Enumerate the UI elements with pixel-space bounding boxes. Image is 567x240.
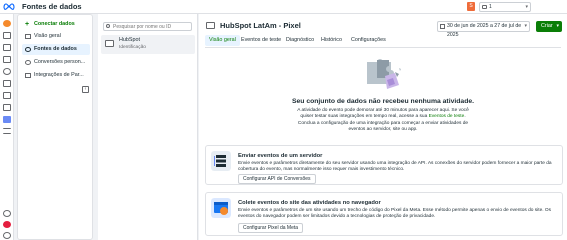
business-avatar[interactable]: S xyxy=(467,2,475,11)
server-icon xyxy=(211,151,231,171)
page-title: Fontes de dados xyxy=(22,2,82,11)
menu-icon[interactable] xyxy=(3,128,11,134)
source-subtitle: Identificação xyxy=(119,45,146,50)
pixel-icon xyxy=(206,22,215,29)
data-sources-icon xyxy=(25,47,31,52)
date-range-picker[interactable]: 30 de jun de 2025 a 27 de jul de 2025 ▾ xyxy=(437,21,530,38)
card-title: Colete eventos do site das atividades no… xyxy=(238,200,381,206)
card-description: Envie eventos e parâmetros de um site us… xyxy=(238,208,552,220)
conversions-icon xyxy=(25,60,31,65)
overview-icon xyxy=(25,34,31,39)
sidebar-item-connect-data[interactable]: + Conectar dados xyxy=(22,19,90,30)
events-manager-icon[interactable] xyxy=(3,116,11,123)
server-events-card: Enviar eventos de um servidor Envie even… xyxy=(205,145,563,185)
chevron-down-icon: ▾ xyxy=(524,23,527,29)
plus-icon: + xyxy=(25,21,30,28)
tab-test-events[interactable]: Eventos de teste xyxy=(237,35,285,46)
browser-pixel-icon xyxy=(211,198,231,218)
sidebar-item-partner-integrations[interactable]: Integrações de Par... xyxy=(22,70,90,81)
top-bar: Fontes de dados S 1 ▾ xyxy=(0,0,567,14)
tab-settings[interactable]: Configurações xyxy=(347,35,390,46)
megaphone-icon[interactable] xyxy=(3,104,11,111)
setup-meta-pixel-button[interactable]: Configurar Pixel da Meta xyxy=(238,223,304,233)
account-badge: 1 xyxy=(489,4,492,10)
integrations-icon xyxy=(25,73,31,78)
pixel-icon xyxy=(105,40,114,47)
sidebar-item-custom-conversions[interactable]: Conversões person... xyxy=(22,57,90,68)
settings-icon[interactable] xyxy=(3,210,11,217)
tab-history[interactable]: Histórico xyxy=(317,35,346,46)
commerce-icon[interactable] xyxy=(3,80,11,87)
puzzle-illustration-icon xyxy=(367,59,401,89)
pages-icon[interactable] xyxy=(3,32,11,39)
audience-icon[interactable] xyxy=(3,68,11,75)
tabs-divider xyxy=(205,47,561,48)
notifications-icon[interactable] xyxy=(3,221,11,228)
tab-overview[interactable]: Visão geral xyxy=(205,35,240,46)
data-source-list: HubSpot Identificação xyxy=(98,14,198,240)
test-events-link[interactable]: Eventos de teste xyxy=(429,114,465,119)
list-item[interactable]: HubSpot Identificação xyxy=(101,35,195,54)
account-selector[interactable]: 1 ▾ xyxy=(479,2,531,12)
dataset-title: HubSpot LatAm - Pixel xyxy=(220,21,301,30)
card-title: Enviar eventos de um servidor xyxy=(238,153,323,159)
chevron-down-icon: ▾ xyxy=(556,23,559,29)
search-input[interactable] xyxy=(103,22,192,31)
billing-icon[interactable] xyxy=(3,92,11,99)
setup-conversions-api-button[interactable]: Configurar API de Conversões xyxy=(238,174,316,184)
chevron-down-icon: ▾ xyxy=(525,4,528,10)
sidebar: + Conectar dados Visão geral Fontes de d… xyxy=(17,14,93,240)
collapse-sidebar-icon[interactable]: ‹ xyxy=(82,86,89,93)
browser-events-card: Colete eventos do site das atividades no… xyxy=(205,192,563,236)
search-icon xyxy=(106,24,110,28)
meta-logo-icon[interactable] xyxy=(3,2,15,11)
sidebar-item-overview[interactable]: Visão geral xyxy=(22,31,90,42)
sidebar-item-data-sources[interactable]: Fontes de dados xyxy=(22,44,90,55)
create-button[interactable]: Criar ▾ xyxy=(536,21,562,32)
empty-state-body: A atividade do evento pode demorar até 3… xyxy=(297,108,469,132)
calendar-icon xyxy=(440,24,445,29)
search-icon[interactable] xyxy=(3,232,11,239)
app-rail xyxy=(0,14,14,240)
main-content: HubSpot LatAm - Pixel 30 de jun de 2025 … xyxy=(199,14,567,240)
account-icon xyxy=(482,5,487,9)
card-description: Envie eventos e parâmetros diretamente d… xyxy=(238,161,552,173)
home-icon[interactable] xyxy=(3,20,11,27)
ads-icon[interactable] xyxy=(3,56,11,63)
tab-diagnostics[interactable]: Diagnóstico xyxy=(282,35,318,46)
source-name: HubSpot xyxy=(119,37,140,43)
grid-icon[interactable] xyxy=(3,44,11,51)
empty-state-title: Seu conjunto de dados não recebeu nenhum… xyxy=(291,98,475,105)
